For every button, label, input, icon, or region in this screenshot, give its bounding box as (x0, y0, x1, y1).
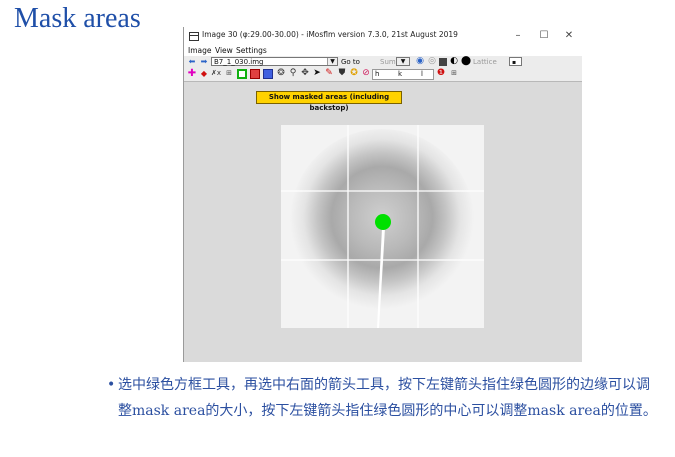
menu-view[interactable]: View (215, 45, 233, 56)
close-button[interactable]: ✕ (559, 28, 579, 43)
sum-label: Sum (380, 58, 396, 66)
back-arrow-icon[interactable]: ⬅ (187, 56, 197, 67)
k-label: k (398, 70, 403, 78)
blue-box-tool-icon[interactable] (263, 69, 273, 79)
dark-circle-icon[interactable]: ⬤ (461, 56, 471, 67)
radio-selected-icon[interactable]: ◉ (415, 56, 425, 67)
window-title: Image 30 (φ:29.00-30.00) - iMosflm versi… (202, 30, 458, 39)
bullet-text: 选中绿色方框工具，再选中右面的箭头工具，按下左键箭头指住绿色圆形的边缘可以调整m… (118, 377, 657, 419)
badge-icon[interactable]: ✪ (349, 68, 359, 79)
imosflm-window: Image 30 (φ:29.00-30.00) - iMosflm versi… (183, 27, 582, 362)
contrast-icon[interactable]: ◐ (449, 56, 459, 67)
chevron-down-icon[interactable]: ▼ (397, 58, 409, 65)
contrast-box-icon[interactable] (439, 58, 447, 66)
mask-circle-handle (375, 214, 391, 230)
zoom-icon[interactable]: ⚲ (288, 68, 298, 79)
grid-icon[interactable]: ⊞ (449, 68, 459, 79)
pan-icon[interactable]: ✥ (300, 68, 310, 79)
circle-tool-icon[interactable]: ❂ (276, 68, 286, 79)
maximize-button[interactable]: ☐ (534, 28, 554, 43)
arrow-pointer-icon[interactable]: ➤ (312, 68, 322, 79)
menu-settings[interactable]: Settings (236, 45, 267, 56)
h-label: h (375, 70, 380, 78)
lattice-select[interactable]: ▪ (509, 57, 522, 66)
menu-bar: Image View Settings (184, 45, 582, 56)
shield-icon[interactable]: ⛊ (337, 68, 347, 79)
chevron-down-icon[interactable]: ▼ (327, 58, 337, 65)
diffraction-image[interactable] (281, 125, 484, 328)
alert-icon[interactable]: ❶ (436, 68, 446, 79)
forward-arrow-icon[interactable]: ➡ (199, 56, 209, 67)
slide-title: Mask areas (14, 3, 141, 34)
lasso-icon[interactable]: ⊘ (361, 68, 371, 79)
radio-unselected-icon[interactable]: ◎ (427, 56, 437, 67)
tools-toolbar: ✚ ◆ ✗x ⊞ ❂ ⚲ ✥ ➤ ✎ ⛊ ✪ ⊘ h k l ❶ ⊞ (184, 68, 582, 82)
lattice-label: Lattice (473, 58, 497, 66)
green-box-tool-icon[interactable] (237, 69, 247, 79)
goto-button[interactable]: Go to (341, 57, 360, 67)
hkl-field[interactable] (372, 69, 434, 80)
window-titlebar: Image 30 (φ:29.00-30.00) - iMosflm versi… (184, 27, 582, 45)
image-file-value: B7_1_030.img (214, 58, 264, 66)
tooltip: Show masked areas (including backstop) (256, 91, 402, 112)
bullet-point: • 选中绿色方框工具，再选中右面的箭头工具，按下左键箭头指住绿色圆形的边缘可以调… (107, 372, 663, 424)
eraser-icon[interactable]: ◆ (199, 68, 209, 79)
sum-select[interactable]: ▼ (396, 57, 410, 66)
pen-icon[interactable]: ✎ (324, 68, 334, 79)
grid-icon[interactable]: ⊞ (224, 68, 234, 79)
menu-image[interactable]: Image (188, 45, 212, 56)
bullet-dot: • (107, 377, 116, 393)
chevron-down-icon: ▪ (512, 59, 517, 66)
remove-spots-icon[interactable]: ✗x (210, 68, 222, 79)
app-icon (189, 32, 199, 41)
minimize-button[interactable]: – (508, 28, 528, 43)
add-spot-icon[interactable]: ✚ (187, 68, 197, 79)
red-box-tool-icon[interactable] (250, 69, 260, 79)
l-label: l (421, 70, 423, 78)
image-file-select[interactable]: B7_1_030.img ▼ (211, 57, 338, 66)
diffraction-image-graphic (281, 125, 484, 328)
